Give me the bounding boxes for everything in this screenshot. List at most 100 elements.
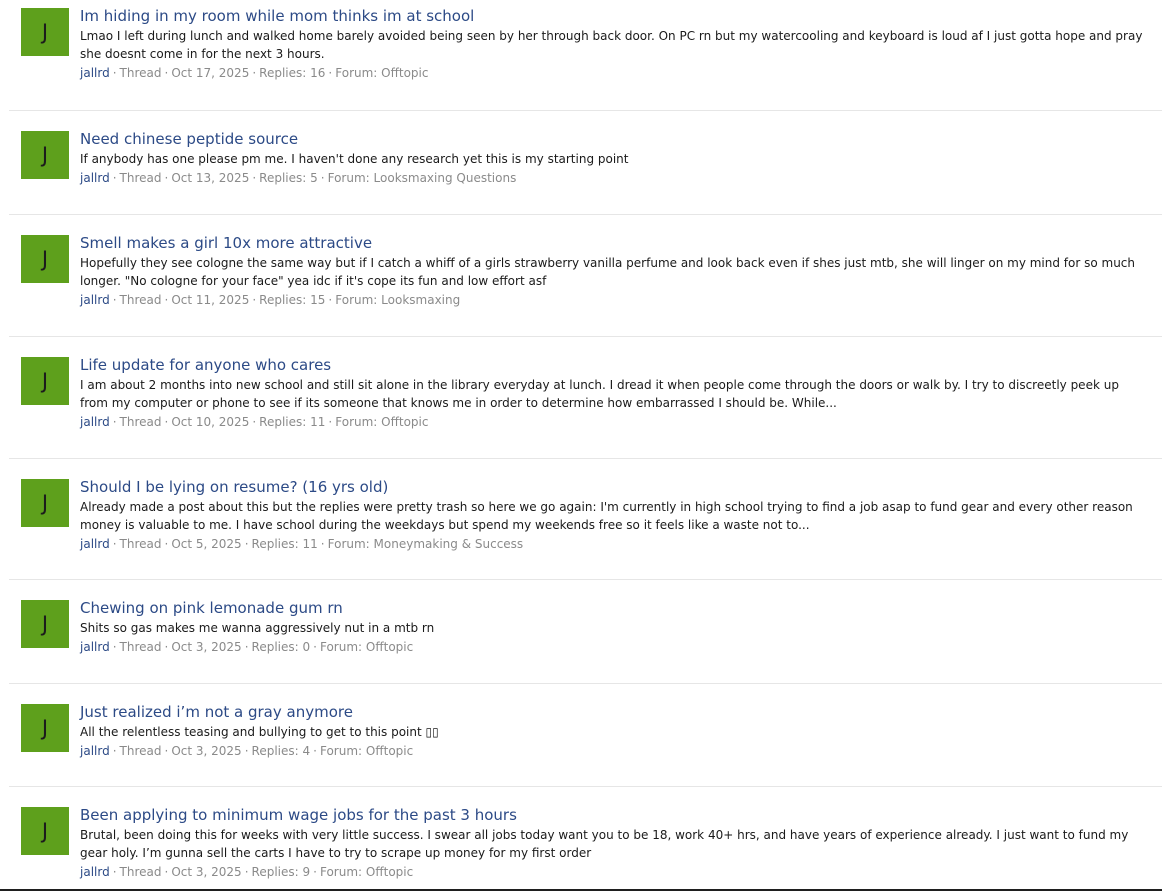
forum-link[interactable]: Offtopic: [366, 640, 413, 654]
thread-content: Smell makes a girl 10x more attractive H…: [80, 233, 1162, 309]
thread-item: J Need chinese peptide source If anybody…: [9, 111, 1162, 215]
thread-type: Thread: [119, 640, 162, 654]
thread-content: Chewing on pink lemonade gum rn Shits so…: [80, 598, 1162, 656]
thread-item: J Been applying to minimum wage jobs for…: [9, 787, 1162, 891]
meta-separator: ·: [164, 865, 169, 879]
thread-author-link[interactable]: jallrd: [80, 415, 110, 429]
thread-date[interactable]: Oct 11, 2025: [171, 293, 249, 307]
avatar[interactable]: J: [21, 357, 69, 405]
thread-date[interactable]: Oct 3, 2025: [171, 640, 241, 654]
meta-separator: ·: [164, 66, 169, 80]
forum-link[interactable]: Offtopic: [381, 415, 428, 429]
thread-meta: jallrd · Thread · Oct 13, 2025 · Replies: 5 · Fo…: [80, 170, 1162, 187]
avatar[interactable]: J: [21, 600, 69, 648]
forum-prefix: Forum:: [319, 865, 363, 879]
meta-separator: ·: [164, 640, 169, 654]
meta-separator: ·: [252, 66, 257, 80]
thread-snippet: Shits so gas makes me wanna aggressively…: [80, 621, 435, 635]
thread-date[interactable]: Oct 3, 2025: [171, 865, 241, 879]
replies-prefix: Replies:: [259, 171, 307, 185]
thread-snippet: If anybody has one please pm me. I haven…: [80, 152, 629, 166]
thread-content: Im hiding in my room while mom thinks im…: [80, 6, 1162, 82]
thread-item: J Should I be lying on resume? (16 yrs o…: [9, 459, 1162, 580]
meta-separator: ·: [244, 865, 249, 879]
thread-date[interactable]: Oct 3, 2025: [171, 744, 241, 758]
thread-type: Thread: [119, 171, 162, 185]
forum-link[interactable]: Looksmaxing: [381, 293, 460, 307]
thread-list: J Im hiding in my room while mom thinks …: [0, 0, 1162, 891]
forum-link[interactable]: Offtopic: [366, 744, 413, 758]
forum-prefix: Forum:: [327, 171, 370, 185]
thread-type: Thread: [119, 865, 162, 879]
forum-prefix: Forum:: [319, 744, 363, 758]
reply-count: 4: [302, 744, 311, 758]
forum-link[interactable]: Offtopic: [366, 865, 413, 879]
meta-separator: ·: [112, 640, 117, 654]
meta-separator: ·: [252, 415, 257, 429]
replies-prefix: Replies:: [259, 66, 307, 80]
thread-item: J Life update for anyone who cares I am …: [9, 337, 1162, 459]
thread-snippet: Brutal, been doing this for weeks with v…: [80, 828, 1129, 860]
forum-link[interactable]: Moneymaking & Success: [374, 537, 524, 551]
avatar[interactable]: J: [21, 235, 69, 283]
meta-separator: ·: [164, 293, 169, 307]
thread-meta: jallrd · Thread · Oct 17, 2025 · Replies: 16 · F…: [80, 65, 1162, 82]
forum-prefix: Forum:: [335, 66, 378, 80]
avatar[interactable]: J: [21, 807, 69, 855]
meta-separator: ·: [313, 865, 317, 879]
meta-separator: ·: [328, 415, 333, 429]
thread-author-link[interactable]: jallrd: [80, 293, 110, 307]
thread-title[interactable]: Just realized i’m not a gray anymore: [80, 702, 1162, 722]
avatar[interactable]: J: [21, 704, 69, 752]
reply-count: 11: [302, 537, 318, 551]
thread-title[interactable]: Life update for anyone who cares: [80, 355, 1162, 375]
avatar[interactable]: J: [21, 131, 69, 179]
avatar[interactable]: J: [21, 479, 69, 527]
meta-separator: ·: [244, 744, 249, 758]
thread-content: Should I be lying on resume? (16 yrs old…: [80, 477, 1162, 553]
meta-separator: ·: [164, 171, 169, 185]
thread-meta: jallrd · Thread · Oct 10, 2025 · Replies: 11 · F…: [80, 414, 1162, 431]
thread-title[interactable]: Chewing on pink lemonade gum rn: [80, 598, 1162, 618]
thread-date[interactable]: Oct 10, 2025: [171, 415, 249, 429]
thread-title[interactable]: Im hiding in my room while mom thinks im…: [80, 6, 1162, 26]
thread-type: Thread: [119, 66, 162, 80]
thread-meta: jallrd · Thread · Oct 3, 2025 · Replies: 4 · For…: [80, 743, 1162, 760]
meta-separator: ·: [328, 293, 333, 307]
thread-meta: jallrd · Thread · Oct 3, 2025 · Replies: 0 · For…: [80, 639, 1162, 656]
meta-separator: ·: [320, 171, 325, 185]
meta-separator: ·: [112, 66, 117, 80]
thread-author-link[interactable]: jallrd: [80, 66, 110, 80]
meta-separator: ·: [112, 293, 117, 307]
thread-author-link[interactable]: jallrd: [80, 640, 110, 654]
thread-title[interactable]: Need chinese peptide source: [80, 129, 1162, 149]
thread-date[interactable]: Oct 13, 2025: [171, 171, 249, 185]
thread-date[interactable]: Oct 17, 2025: [171, 66, 249, 80]
forum-link[interactable]: Offtopic: [381, 66, 428, 80]
reply-count: 15: [310, 293, 326, 307]
forum-link[interactable]: Looksmaxing Questions: [374, 171, 517, 185]
thread-type: Thread: [119, 537, 162, 551]
thread-meta: jallrd · Thread · Oct 5, 2025 · Replies: 11 · Fo…: [80, 536, 1162, 553]
thread-title[interactable]: Been applying to minimum wage jobs for t…: [80, 805, 1162, 825]
avatar[interactable]: J: [21, 8, 69, 56]
thread-item: J Chewing on pink lemonade gum rn Shits …: [9, 580, 1162, 684]
thread-type: Thread: [119, 293, 162, 307]
thread-snippet: Lmao I left during lunch and walked home…: [80, 29, 1143, 61]
forum-prefix: Forum:: [327, 537, 370, 551]
thread-content: Need chinese peptide source If anybody h…: [80, 129, 1162, 187]
thread-author-link[interactable]: jallrd: [80, 744, 110, 758]
thread-content: Just realized i’m not a gray anymore All…: [80, 702, 1162, 760]
thread-title[interactable]: Should I be lying on resume? (16 yrs old…: [80, 477, 1162, 497]
reply-count: 11: [310, 415, 326, 429]
thread-author-link[interactable]: jallrd: [80, 171, 110, 185]
thread-author-link[interactable]: jallrd: [80, 865, 110, 879]
thread-title[interactable]: Smell makes a girl 10x more attractive: [80, 233, 1162, 253]
replies-prefix: Replies:: [251, 537, 299, 551]
thread-author-link[interactable]: jallrd: [80, 537, 110, 551]
thread-meta: jallrd · Thread · Oct 11, 2025 · Replies: 15 · F…: [80, 292, 1162, 309]
replies-prefix: Replies:: [259, 415, 307, 429]
meta-separator: ·: [164, 415, 169, 429]
thread-item: J Just realized i’m not a gray anymore A…: [9, 684, 1162, 787]
thread-date[interactable]: Oct 5, 2025: [171, 537, 241, 551]
